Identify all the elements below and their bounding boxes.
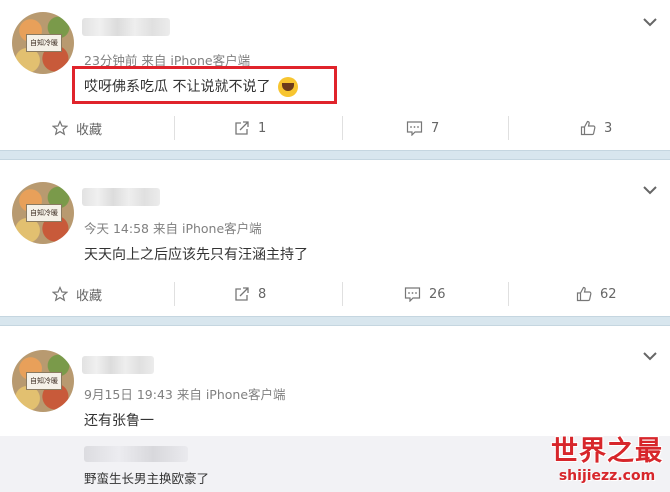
divider	[342, 282, 343, 306]
card-separator	[0, 150, 670, 160]
share-icon	[235, 121, 249, 135]
comment-card-2: 自知冷暖 今天 14:58 来自 iPhone客户端 天天向上之后应该先只有汪涵主…	[0, 160, 670, 316]
avatar[interactable]: 自知冷暖	[12, 350, 74, 412]
comment-meta: 9月15日 19:43 来自 iPhone客户端	[84, 384, 286, 403]
like-count: 3	[604, 120, 613, 136]
avatar-sign: 自知冷暖	[26, 372, 62, 390]
avatar[interactable]: 自知冷暖	[12, 12, 74, 74]
card-separator	[0, 316, 670, 326]
comment-source[interactable]: 来自 iPhone客户端	[177, 387, 286, 402]
share-count: 1	[258, 120, 267, 136]
divider	[342, 116, 343, 140]
like-button[interactable]: 3	[580, 110, 612, 146]
star-icon	[52, 120, 68, 136]
username-blurred[interactable]	[82, 18, 170, 36]
chevron-down-icon[interactable]	[642, 350, 658, 362]
username-blurred[interactable]	[82, 356, 154, 374]
share-button[interactable]: 1	[234, 110, 266, 146]
action-bar: 收藏 1 7 3	[0, 110, 670, 146]
share-count: 8	[258, 286, 267, 302]
share-button[interactable]: 8	[234, 276, 266, 312]
avatar-sign: 自知冷暖	[26, 34, 62, 52]
divider	[508, 282, 509, 306]
avatar-sign: 自知冷暖	[26, 204, 62, 222]
comment-meta: 今天 14:58 来自 iPhone客户端	[84, 218, 262, 237]
share-icon	[235, 287, 249, 301]
thumbs-up-icon	[576, 286, 592, 302]
comment-button[interactable]: 26	[404, 276, 446, 312]
comment-icon	[404, 287, 421, 302]
thumbs-up-icon	[580, 120, 596, 136]
comment-time[interactable]: 今天 14:58	[84, 221, 149, 236]
reply-username-blurred[interactable]	[84, 446, 188, 462]
comment-source[interactable]: 来自 iPhone客户端	[153, 221, 262, 236]
comment-icon	[406, 121, 423, 136]
avatar[interactable]: 自知冷暖	[12, 182, 74, 244]
watermark-logo: 世界之最 shijiezz.com	[548, 436, 666, 492]
comment-count: 7	[431, 120, 440, 136]
collect-button[interactable]: 收藏	[52, 276, 102, 312]
comment-text: 天天向上之后应该先只有汪涵主持了	[84, 247, 308, 263]
divider	[174, 282, 175, 306]
like-button[interactable]: 62	[576, 276, 617, 312]
like-count: 62	[600, 286, 617, 302]
chevron-down-icon[interactable]	[642, 16, 658, 28]
collect-label: 收藏	[76, 288, 103, 304]
action-bar: 收藏 8 26 62	[0, 276, 670, 312]
watermark-main: 世界之最	[551, 436, 663, 467]
collect-button[interactable]: 收藏	[52, 110, 102, 146]
comment-text: 还有张鲁一	[84, 413, 154, 429]
comment-time[interactable]: 9月15日 19:43	[84, 387, 173, 402]
highlight-box	[72, 66, 337, 104]
collect-label: 收藏	[76, 122, 103, 138]
divider	[508, 116, 509, 140]
reply-text: 野蛮生长男主换欧豪了	[84, 471, 210, 486]
comment-button[interactable]: 7	[406, 110, 439, 146]
divider	[174, 116, 175, 140]
comment-card-1: 自知冷暖 23分钟前 来自 iPhone客户端 哎呀佛系吃瓜 不让说就不说了 收藏…	[0, 0, 670, 150]
watermark-sub: shijiezz.com	[558, 468, 656, 484]
star-icon	[52, 286, 68, 302]
username-blurred[interactable]	[82, 188, 160, 206]
chevron-down-icon[interactable]	[642, 184, 658, 196]
comment-count: 26	[429, 286, 446, 302]
